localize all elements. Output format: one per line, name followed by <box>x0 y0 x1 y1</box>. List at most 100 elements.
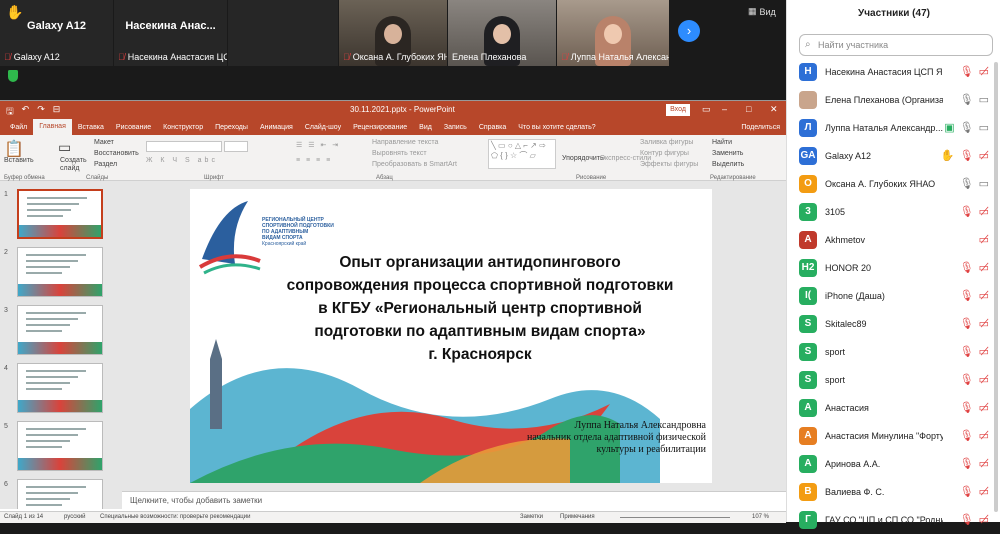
participant-row[interactable]: Г ГАУ СО "ЦП и СП СО "Родник" 🎙 ▭̸ <box>787 506 1000 534</box>
ribbon-tab[interactable]: Справка <box>473 124 512 131</box>
font-name-box[interactable] <box>146 141 222 152</box>
align-text-button[interactable]: Выровнять текст <box>372 150 427 157</box>
ribbon-tab[interactable]: Конструктор <box>157 124 209 131</box>
participants-scrollbar[interactable] <box>994 62 998 512</box>
shapes-gallery[interactable]: ╲ ▭ ○ △ ⌐ ↗ ⇨ ⬠ { } ☆ ⌒ ▱ <box>488 139 556 169</box>
notes-field[interactable]: Щелкните, чтобы добавить заметки <box>122 491 786 511</box>
ribbon-tab[interactable]: Слайд-шоу <box>299 124 347 131</box>
participant-name: Насекина Анастасия ЦСП Я... (Я) <box>825 67 943 77</box>
security-shield-icon[interactable] <box>8 70 18 82</box>
layout-button[interactable]: Макет <box>94 139 114 146</box>
camera-off-icon: ▭̸ <box>978 402 989 414</box>
reset-button[interactable]: Восстановить <box>94 150 139 157</box>
shape-outline-button[interactable]: Контур фигуры <box>640 150 689 157</box>
font-size-box[interactable] <box>224 141 248 152</box>
participant-row[interactable]: 3 3105 🎙 ▭̸ <box>787 198 1000 226</box>
new-slide-button[interactable]: Создать слайд <box>60 157 87 173</box>
ribbon-tab[interactable]: Рисование <box>110 124 157 131</box>
align-buttons[interactable]: ≡ ≡ ≡ ≡ <box>296 157 332 164</box>
participant-row[interactable]: Ssport 🎙 ▭̸ <box>787 366 1000 394</box>
minimize-icon[interactable]: – <box>722 104 727 114</box>
video-tile[interactable]: 🎙̸Оксана А. Глубоких ЯН... <box>339 0 447 66</box>
participant-row[interactable]: В Валиева Ф. С. 🎙 ▭̸ <box>787 478 1000 506</box>
redo-icon[interactable]: ↷ <box>37 104 45 120</box>
paste-button[interactable]: Вставить <box>4 157 34 164</box>
text-direction-button[interactable]: Направление текста <box>372 139 438 146</box>
maximize-icon[interactable]: □ <box>746 104 751 114</box>
ribbon-tab[interactable]: Вставка <box>72 124 110 131</box>
arrange-button[interactable]: Упорядочить <box>562 155 604 162</box>
list-buttons[interactable]: ☰ ☰ ⇤ ⇥ <box>296 141 340 149</box>
participant-row[interactable]: А Анастасия Минулина "Фортуна" 🎙 ▭̸ <box>787 422 1000 450</box>
replace-button[interactable]: Заменить <box>712 150 743 157</box>
select-button[interactable]: Выделить <box>712 161 744 168</box>
participant-row[interactable]: Н Насекина Анастасия ЦСП Я... (Я) 🎙 ▭̸ <box>787 58 1000 86</box>
video-tile[interactable]: 🎙̸ Луппа Наталья Алексан... <box>557 0 669 66</box>
shape-effects-button[interactable]: Эффекты фигуры <box>640 161 698 168</box>
ribbon-tab[interactable]: Вид <box>413 124 438 131</box>
paste-icon[interactable]: 📋 <box>4 139 24 159</box>
participant-row[interactable]: Ssport 🎙 ▭̸ <box>787 338 1000 366</box>
ribbon: 📋 Вставить ▭ Создать слайд Макет Восстан… <box>0 135 786 181</box>
participant-row[interactable]: А Аринова А.А. 🎙 ▭̸ <box>787 450 1000 478</box>
participant-row[interactable]: Елена Плеханова (Организатор) 🎙 ▭ <box>787 86 1000 114</box>
thumbnail-number: 3 <box>4 307 8 314</box>
slide-thumbnail[interactable] <box>17 363 103 413</box>
participant-row[interactable]: GA Galaxy A12 ✋ 🎙 ▭̸ <box>787 142 1000 170</box>
notes-toggle[interactable]: Заметки <box>520 514 543 520</box>
share-button[interactable]: Поделиться <box>735 124 786 131</box>
mic-muted-icon: 🎙 <box>959 262 974 274</box>
tile-footer-name: Насекина Анастасия ЦСП Я... <box>127 52 227 62</box>
thumbnail-text-line <box>26 388 62 390</box>
participant-row[interactable]: A Akhmetov ▭̸ <box>787 226 1000 254</box>
shape-fill-button[interactable]: Заливка фигуры <box>640 139 693 146</box>
language-indicator[interactable]: русский <box>64 514 86 520</box>
current-slide[interactable]: РЕГИОНАЛЬНЫЙ ЦЕНТР СПОРТИВНОЙ ПОДГОТОВКИ… <box>190 189 712 483</box>
participant-row[interactable]: S Skitalec89 🎙 ▭̸ <box>787 310 1000 338</box>
font-format-buttons[interactable]: Ж К Ч S abc <box>146 157 218 164</box>
accessibility-status[interactable]: Специальные возможности: проверьте реком… <box>100 514 250 520</box>
author-line: культуры и реабилитации <box>596 444 706 455</box>
participant-row[interactable]: О Оксана А. Глубоких ЯНАО 🎙 ▭ <box>787 170 1000 198</box>
undo-icon[interactable]: ↶ <box>22 104 30 120</box>
video-tile[interactable] <box>228 0 338 66</box>
ribbon-tab[interactable]: Анимация <box>254 124 299 131</box>
ribbon-tab[interactable]: Главная <box>33 119 72 135</box>
signin-button[interactable]: Вход <box>666 104 690 116</box>
participant-row[interactable]: Л Луппа Наталья Александр... ▣ 🎙 ▭ <box>787 114 1000 142</box>
view-button[interactable]: ▦ Вид <box>748 6 776 17</box>
ribbon-tab[interactable]: Переходы <box>209 124 254 131</box>
camera-off-icon: ▭̸ <box>978 486 989 498</box>
camera-off-icon: ▭̸ <box>978 346 989 358</box>
new-slide-icon[interactable]: ▭ <box>58 139 71 156</box>
video-tile[interactable]: ✋ Galaxy A12 🎙̸ Galaxy A12 <box>0 0 113 66</box>
ribbon-tab[interactable]: Файл <box>4 124 33 131</box>
slide-thumbnail[interactable] <box>17 305 103 355</box>
ribbon-display-icon[interactable]: ▭ <box>702 104 711 115</box>
slide-thumbnail[interactable] <box>17 247 103 297</box>
participant-search-input[interactable]: ⌕ Найти участника <box>799 34 993 56</box>
ribbon-tab[interactable]: Запись <box>438 124 473 131</box>
zoom-level[interactable]: 107 % <box>752 514 769 520</box>
participant-name: Galaxy A12 <box>825 151 872 161</box>
smartart-button[interactable]: Преобразовать в SmartArt <box>372 161 457 168</box>
next-page-button[interactable]: › <box>678 20 700 42</box>
slide-thumbnail[interactable] <box>17 189 103 239</box>
start-slideshow-icon[interactable]: ⊟ <box>53 104 61 120</box>
video-tile[interactable]: Насекина Анас... 🎙̸ Насекина Анастасия ЦС… <box>114 0 227 66</box>
slide-thumbnail[interactable] <box>17 479 103 509</box>
slide-thumbnail[interactable] <box>17 421 103 471</box>
find-button[interactable]: Найти <box>712 139 732 146</box>
ribbon-tab[interactable]: Рецензирование <box>347 124 413 131</box>
video-tile[interactable]: Елена Плеханова <box>448 0 556 66</box>
participant-row[interactable]: H2 HONOR 20 🎙 ▭̸ <box>787 254 1000 282</box>
zoom-slider[interactable] <box>620 517 730 518</box>
ribbon-tab[interactable]: Что вы хотите сделать? <box>512 124 601 131</box>
section-button[interactable]: Раздел <box>94 161 117 168</box>
participant-row[interactable]: А Анастасия 🎙 ▭̸ <box>787 394 1000 422</box>
participant-row[interactable]: I(iPhone (Даша) 🎙 ▭̸ <box>787 282 1000 310</box>
close-icon[interactable]: ✕ <box>770 104 778 115</box>
comments-toggle[interactable]: Примечания <box>560 514 595 520</box>
save-icon[interactable]: 🖫 <box>6 104 14 120</box>
camera-off-icon: ▭̸ <box>978 290 989 302</box>
